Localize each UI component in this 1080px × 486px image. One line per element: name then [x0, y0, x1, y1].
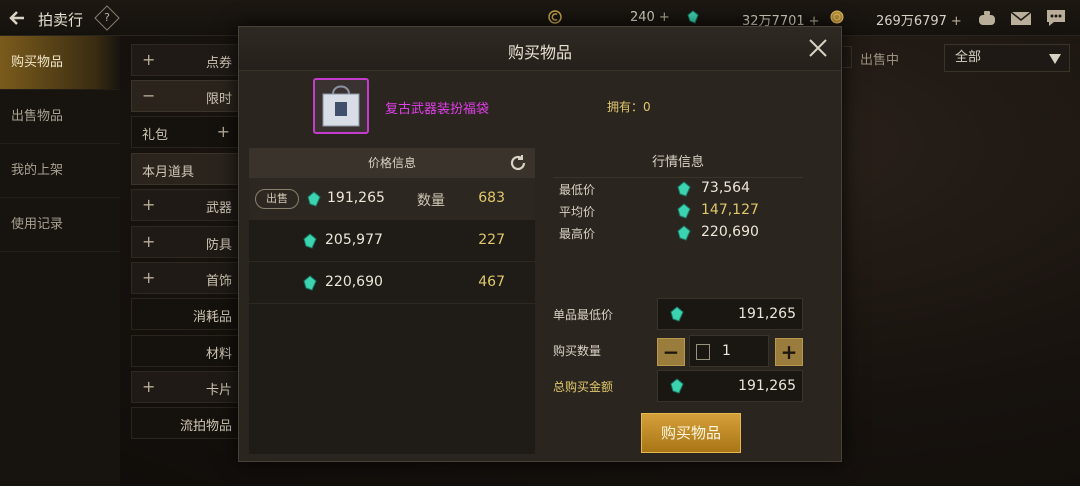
gem-icon	[677, 181, 691, 197]
currency-points: 240 +	[630, 10, 670, 25]
listing-price: 220,690	[325, 274, 383, 290]
mail-icon[interactable]	[1010, 8, 1032, 28]
listing-row[interactable]: 出售 191,265 数量 683	[249, 178, 535, 220]
category-item[interactable]: 本月道具	[131, 153, 239, 185]
left-navigation: 购买物品 出售物品 我的上架 使用记录	[0, 36, 120, 486]
add-gold-button[interactable]: +	[951, 14, 962, 29]
gem-icon	[687, 10, 699, 24]
listing-quantity: 227	[478, 232, 505, 248]
price-info-header: 价格信息	[249, 148, 535, 178]
category-item[interactable]: + 首饰	[131, 262, 239, 294]
add-points-button[interactable]: +	[659, 10, 670, 25]
gem-icon	[670, 306, 684, 322]
dialog-header: 购买物品	[239, 27, 841, 71]
category-item[interactable]: 礼包 +	[131, 116, 239, 148]
owned-count: 拥有：0	[607, 100, 651, 114]
market-row: 最低价 73,564	[559, 180, 750, 197]
help-icon[interactable]: ?	[94, 5, 120, 31]
selling-label: 出售中	[860, 53, 900, 68]
buy-quantity-row: 购买数量 − 1 +	[543, 333, 833, 369]
listing-price: 205,977	[325, 232, 383, 248]
category-item[interactable]: 流拍物品	[131, 407, 239, 439]
total-amount-field: 191,265	[657, 370, 803, 402]
category-item[interactable]: + 防具	[131, 226, 239, 258]
gem-icon	[677, 225, 691, 241]
category-item[interactable]: 消耗品	[131, 298, 239, 330]
gem-icon	[670, 378, 684, 394]
quantity-input[interactable]: 1	[689, 335, 769, 367]
market-info-header: 行情信息	[553, 148, 803, 178]
teapot-icon[interactable]	[976, 8, 998, 28]
market-row: 最高价 220,690	[559, 224, 759, 241]
listing-price: 191,265	[327, 190, 385, 206]
category-item[interactable]: + 点券	[131, 44, 239, 76]
purchase-form: 单品最低价 191,265 购买数量 − 1 + 总购买金额 191,265	[543, 297, 833, 405]
unit-min-price-field: 191,265	[657, 298, 803, 330]
price-info-panel: 价格信息 出售 191,265 数量 683 205,977 227 220,6…	[249, 148, 535, 454]
nav-buy-items[interactable]: 购买物品	[0, 36, 120, 90]
buy-item-button[interactable]: 购买物品	[641, 413, 741, 453]
nav-my-listings[interactable]: 我的上架	[0, 144, 120, 198]
item-name: 复古武器装扮福袋	[385, 102, 490, 117]
category-item[interactable]: − 限时	[131, 80, 239, 112]
listing-row[interactable]: 220,690 467	[249, 262, 535, 304]
gem-icon	[303, 233, 317, 249]
sell-badge: 出售	[255, 189, 299, 209]
category-item[interactable]: 材料	[131, 335, 239, 367]
category-item[interactable]: + 卡片	[131, 371, 239, 403]
total-amount-row: 总购买金额 191,265	[543, 369, 833, 405]
market-info-panel: 行情信息 最低价 73,564 平均价 147,127 最高价 220,690	[543, 148, 813, 263]
category-dropdown[interactable]: 全部	[944, 44, 1070, 72]
refresh-icon[interactable]	[509, 154, 527, 172]
listing-quantity: 467	[478, 274, 505, 290]
nav-usage-records[interactable]: 使用记录	[0, 198, 120, 252]
gem-icon	[303, 275, 317, 291]
currency-gold: 269万6797 +	[876, 14, 962, 29]
listing-quantity: 683	[478, 190, 505, 206]
decrease-quantity-button[interactable]: −	[657, 338, 685, 366]
close-icon[interactable]	[807, 37, 829, 59]
calculator-icon[interactable]	[696, 344, 710, 360]
gem-icon	[677, 203, 691, 219]
gift-bag-icon	[313, 78, 369, 134]
unit-min-price-row: 单品最低价 191,265	[543, 297, 833, 333]
category-item[interactable]: + 武器	[131, 189, 239, 221]
buy-item-dialog: 购买物品 复古武器装扮福袋 拥有：0 价格信息 出售 191,265 数量 68…	[238, 26, 842, 462]
market-row: 平均价 147,127	[559, 202, 759, 219]
listing-row[interactable]: 205,977 227	[249, 220, 535, 262]
quantity-label: 数量	[417, 193, 445, 209]
chevron-down-icon	[1049, 54, 1061, 64]
increase-quantity-button[interactable]: +	[775, 338, 803, 366]
point-coin-icon	[548, 10, 562, 24]
item-info: 复古武器装扮福袋 拥有：0	[239, 72, 841, 140]
page-title: 拍卖行	[38, 11, 84, 29]
gem-icon	[307, 191, 321, 207]
dialog-title: 购买物品	[507, 43, 572, 62]
nav-sell-items[interactable]: 出售物品	[0, 90, 120, 144]
chat-icon[interactable]	[1045, 8, 1067, 28]
back-arrow-icon[interactable]	[8, 8, 28, 28]
gold-coin-icon	[830, 10, 844, 24]
